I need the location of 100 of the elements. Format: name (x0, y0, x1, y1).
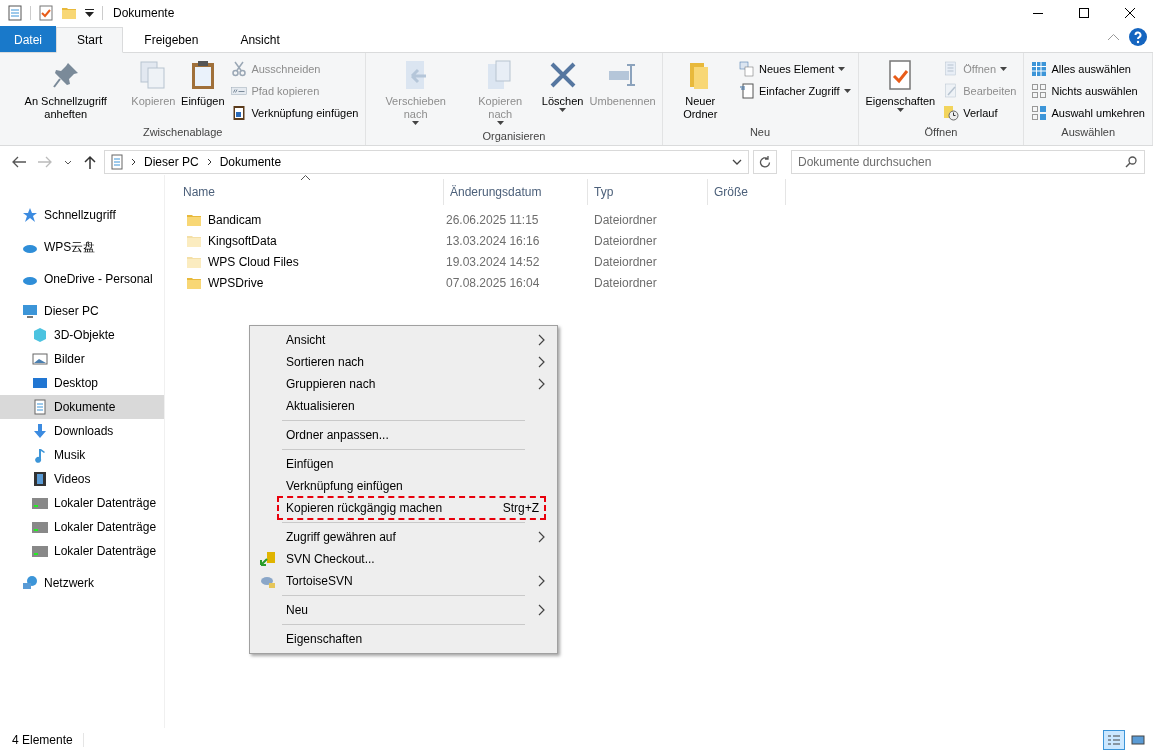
address-field[interactable]: Dieser PC Dokumente (104, 150, 749, 174)
large-icons-view-icon (1131, 734, 1145, 746)
item-count: 4 Elemente (12, 733, 84, 747)
sidebar-item[interactable]: Lokaler Datenträge (0, 515, 164, 539)
document-icon (109, 154, 125, 170)
menu-item[interactable]: Gruppieren nach (252, 373, 555, 395)
ribbon-button[interactable]: Einfügen (179, 57, 227, 123)
ribbon-tab[interactable]: Datei (0, 26, 56, 52)
sidebar-item[interactable]: Schnellzugriff (0, 203, 164, 227)
file-name[interactable]: WPSDrive (208, 275, 264, 290)
search-icon (1125, 156, 1137, 168)
menu-item[interactable]: Neu (252, 599, 555, 621)
file-name[interactable]: KingsoftData (208, 233, 277, 248)
shortcut-text: Strg+Z (502, 501, 539, 515)
type-cell: Dateiordner (594, 212, 657, 227)
chevron-right-icon (538, 356, 545, 368)
sidebar-item[interactable]: Bilder (0, 347, 164, 371)
cube-icon (32, 327, 48, 343)
sidebar-item[interactable]: Dokumente (0, 395, 164, 419)
ribbon-button[interactable]: Nichts auswählen (1028, 81, 1148, 101)
window-title: Dokumente (113, 6, 175, 20)
sidebar-item[interactable]: 3D-Objekte (0, 323, 164, 347)
new-item-icon (739, 61, 755, 77)
back-arrow-icon (12, 156, 26, 168)
column-header[interactable]: Name (183, 185, 215, 199)
music-note-icon (32, 447, 48, 463)
ribbon-button[interactable]: Auswahl umkehren (1028, 103, 1148, 123)
caret-icon (896, 108, 904, 112)
menu-item[interactable]: SVN Checkout... (252, 548, 555, 570)
down-arrow-icon (32, 423, 48, 439)
history-icon (943, 105, 960, 121)
monitor-icon (22, 303, 38, 319)
date-cell: 13.03.2024 16:16 (446, 233, 540, 248)
drive-icon (32, 495, 48, 511)
column-header[interactable]: Typ (594, 185, 614, 199)
sort-caret-icon (301, 175, 310, 180)
ribbon-button[interactable]: Verknüpfung einfügen (228, 103, 362, 123)
ribbon-button[interactable]: Löschen (539, 57, 586, 127)
ribbon-button[interactable]: Verlauf (940, 103, 1020, 123)
network-icon (22, 575, 38, 591)
forward-arrow-icon (38, 156, 52, 168)
details-view-icon (1107, 734, 1121, 746)
chevron-down-icon (64, 159, 72, 165)
view-button[interactable] (1103, 730, 1125, 750)
refresh-button[interactable] (753, 150, 777, 174)
sidebar-item[interactable]: OneDrive - Personal (0, 267, 164, 291)
sidebar-item[interactable]: Musik (0, 443, 164, 467)
help-icon[interactable] (1129, 28, 1147, 46)
search-field[interactable]: Dokumente durchsuchen (791, 150, 1145, 174)
menu-item[interactable]: Kopieren rückgängig machen Strg+Z (278, 497, 545, 519)
chevron-up-icon[interactable] (1108, 34, 1119, 40)
chevron-right-icon (538, 334, 545, 346)
caret-icon (496, 121, 504, 125)
menu-item[interactable]: Aktualisieren (252, 395, 555, 417)
chevron-right-icon (206, 158, 212, 166)
checkmark-document-icon[interactable] (39, 5, 53, 21)
menu-item[interactable]: Ordner anpassen... (252, 424, 555, 446)
shortcut-icon (231, 105, 248, 121)
sidebar-item[interactable]: Lokaler Datenträge (0, 491, 164, 515)
ribbon-button[interactable]: Eigenschaften (862, 57, 939, 123)
breadcrumb[interactable]: Dokumente (217, 155, 284, 169)
file-name[interactable]: Bandicam (208, 212, 262, 227)
menu-item[interactable]: Ansicht (252, 329, 555, 351)
date-cell: 26.06.2025 11:15 (446, 212, 539, 227)
menu-item[interactable]: Zugriff gewähren auf (252, 526, 555, 548)
caret-icon[interactable] (85, 9, 94, 17)
caret-icon (838, 67, 846, 71)
chevron-down-icon[interactable] (732, 159, 742, 165)
ribbon-button[interactable]: Einfacher Zugriff (736, 81, 854, 101)
chevron-right-icon (538, 378, 545, 390)
refresh-icon (759, 156, 771, 168)
grid-icon (1031, 105, 1048, 121)
ribbon-button[interactable]: Alles auswählen (1028, 59, 1148, 79)
sidebar-item[interactable]: Downloads (0, 419, 164, 443)
ribbon-button[interactable]: Neuer Ordner (666, 57, 734, 123)
menu-item[interactable]: Sortieren nach (252, 351, 555, 373)
database-arrow-icon (260, 551, 276, 567)
sidebar-item[interactable]: Dieser PC (0, 299, 164, 323)
menu-item[interactable]: Eigenschaften (252, 628, 555, 650)
scissors-icon (231, 61, 248, 77)
file-name[interactable]: WPS Cloud Files (208, 254, 299, 269)
menu-item[interactable]: Verknüpfung einfügen (252, 475, 555, 497)
sidebar-item[interactable]: Netzwerk (0, 571, 164, 595)
sidebar-item[interactable]: Videos (0, 467, 164, 491)
ribbon-tab[interactable]: Start (56, 27, 124, 53)
column-header[interactable]: Änderungsdatum (450, 185, 542, 199)
group-label: Organisieren (481, 129, 547, 144)
menu-item[interactable]: TortoiseSVN (252, 570, 555, 592)
document-icon (32, 399, 48, 415)
ribbon-button[interactable]: An Schnellzugriff anheften (4, 57, 128, 123)
group-label: Öffnen (923, 125, 959, 140)
menu-item[interactable]: Einfügen (252, 453, 555, 475)
column-header[interactable]: Größe (714, 185, 748, 199)
ribbon-button[interactable]: Neues Element (736, 59, 854, 79)
sidebar-item[interactable]: WPS云盘 (0, 235, 164, 259)
chevron-right-icon (538, 531, 545, 543)
sidebar-item[interactable]: Lokaler Datenträge (0, 539, 164, 563)
caret-icon (412, 121, 420, 125)
sidebar-item[interactable]: Desktop (0, 371, 164, 395)
breadcrumb[interactable]: Dieser PC (142, 155, 201, 169)
